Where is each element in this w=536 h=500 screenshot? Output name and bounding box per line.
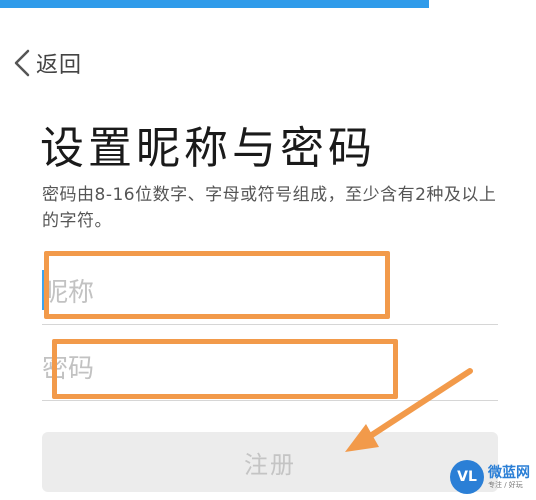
back-label: 返回 (36, 53, 83, 78)
register-screen: 返回 设置昵称与密码 密码由8-16位数字、字母或符号组成，至少含有2种及以上的… (0, 0, 536, 500)
watermark-logo: VL (450, 460, 484, 494)
nickname-input[interactable] (42, 262, 498, 324)
back-button[interactable]: 返回 (12, 46, 82, 80)
watermark: VL 微蓝网 专注 / 好玩 (450, 460, 530, 494)
watermark-tagline: 专注 / 好玩 (488, 480, 523, 489)
password-hint: 密码由8-16位数字、字母或符号组成，至少含有2种及以上的字符。 (42, 185, 497, 231)
password-field (42, 338, 498, 401)
nickname-field (42, 262, 498, 325)
watermark-name: 微蓝网 (488, 464, 530, 481)
top-progress-bar (0, 0, 536, 8)
register-button[interactable]: 注册 (42, 432, 498, 492)
chevron-left-icon (14, 49, 30, 77)
top-progress-fill (0, 0, 429, 8)
page-title: 设置昵称与密码 (40, 123, 376, 174)
password-input[interactable] (42, 338, 498, 400)
